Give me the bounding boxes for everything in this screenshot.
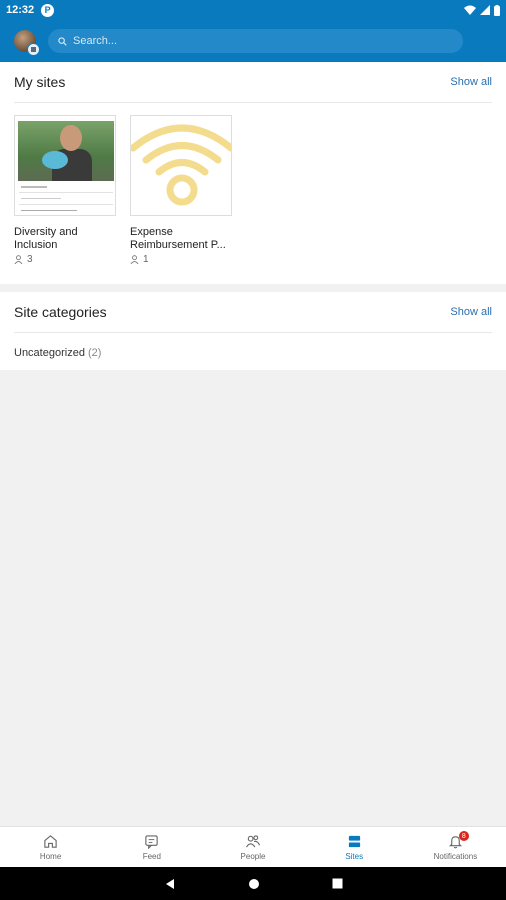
nav-people[interactable]: People <box>202 827 303 867</box>
site-members: 1 <box>130 254 232 265</box>
nav-label: Sites <box>345 851 364 861</box>
home-icon <box>44 834 57 848</box>
bottom-nav: Home Feed People Sites 8 Notifications <box>0 826 506 867</box>
back-icon[interactable] <box>164 878 176 890</box>
my-sites-header: My sites Show all <box>0 62 506 102</box>
cellular-status-icon <box>480 5 490 15</box>
battery-icon <box>494 4 500 16</box>
my-sites-card: My sites Show all Diversity and Inclusio… <box>0 62 506 284</box>
home-button-icon[interactable] <box>248 878 260 890</box>
site-members: 3 <box>14 254 116 265</box>
nav-label: Home <box>39 851 62 861</box>
nav-label: Feed <box>142 851 161 861</box>
nav-label: People <box>240 851 266 861</box>
site-categories-title: Site categories <box>14 304 107 320</box>
site-member-count: 3 <box>27 254 33 265</box>
site-categories-header: Site categories Show all <box>0 292 506 332</box>
nav-notifications[interactable]: 8 Notifications <box>405 827 506 867</box>
my-sites-show-all-link[interactable]: Show all <box>450 76 492 88</box>
site-thumbnail-diversity <box>14 115 116 216</box>
person-icon <box>14 255 23 264</box>
site-tile-diversity[interactable]: Diversity and Inclusion 3 <box>14 115 116 265</box>
site-thumbnail-expense <box>130 115 232 216</box>
nav-sites[interactable]: Sites <box>304 827 405 867</box>
recents-icon[interactable] <box>332 878 343 889</box>
site-tile-expense[interactable]: Expense Reimbursement P... 1 <box>130 115 232 265</box>
sites-list: Diversity and Inclusion 3 Expense Reimbu… <box>0 103 506 265</box>
search-box[interactable] <box>48 29 463 53</box>
person-icon <box>130 255 139 264</box>
my-sites-title: My sites <box>14 74 66 90</box>
site-name: Expense Reimbursement P... <box>130 226 226 251</box>
site-categories-show-all-link[interactable]: Show all <box>450 306 492 318</box>
app-header <box>0 20 506 62</box>
avatar[interactable] <box>14 30 40 56</box>
category-item-uncategorized[interactable]: Uncategorized (2) <box>0 333 506 373</box>
app-notification-icon: P <box>41 3 55 17</box>
site-categories-card: Site categories Show all Uncategorized (… <box>0 292 506 370</box>
sites-icon <box>348 835 360 847</box>
status-time: 12:32 <box>6 4 35 16</box>
people-icon <box>245 834 261 847</box>
nav-label: Notifications <box>433 851 478 861</box>
feed-icon <box>145 834 158 849</box>
wifi-status-icon <box>464 5 476 15</box>
site-photo <box>18 121 114 181</box>
search-icon <box>58 36 67 46</box>
account-switch-icon <box>27 43 40 56</box>
system-nav-bar <box>0 867 506 900</box>
notification-count-badge: 8 <box>458 831 469 841</box>
site-member-count: 1 <box>143 254 149 265</box>
nav-home[interactable]: Home <box>0 827 101 867</box>
status-bar: 12:32 P <box>0 0 506 20</box>
category-count: (2) <box>87 347 102 359</box>
site-name: Diversity and Inclusion <box>14 226 78 251</box>
nav-feed[interactable]: Feed <box>101 827 202 867</box>
category-label: Uncategorized <box>14 347 85 359</box>
status-icons <box>464 4 500 16</box>
wifi-logo-icon <box>131 124 231 206</box>
search-input[interactable] <box>73 35 413 47</box>
